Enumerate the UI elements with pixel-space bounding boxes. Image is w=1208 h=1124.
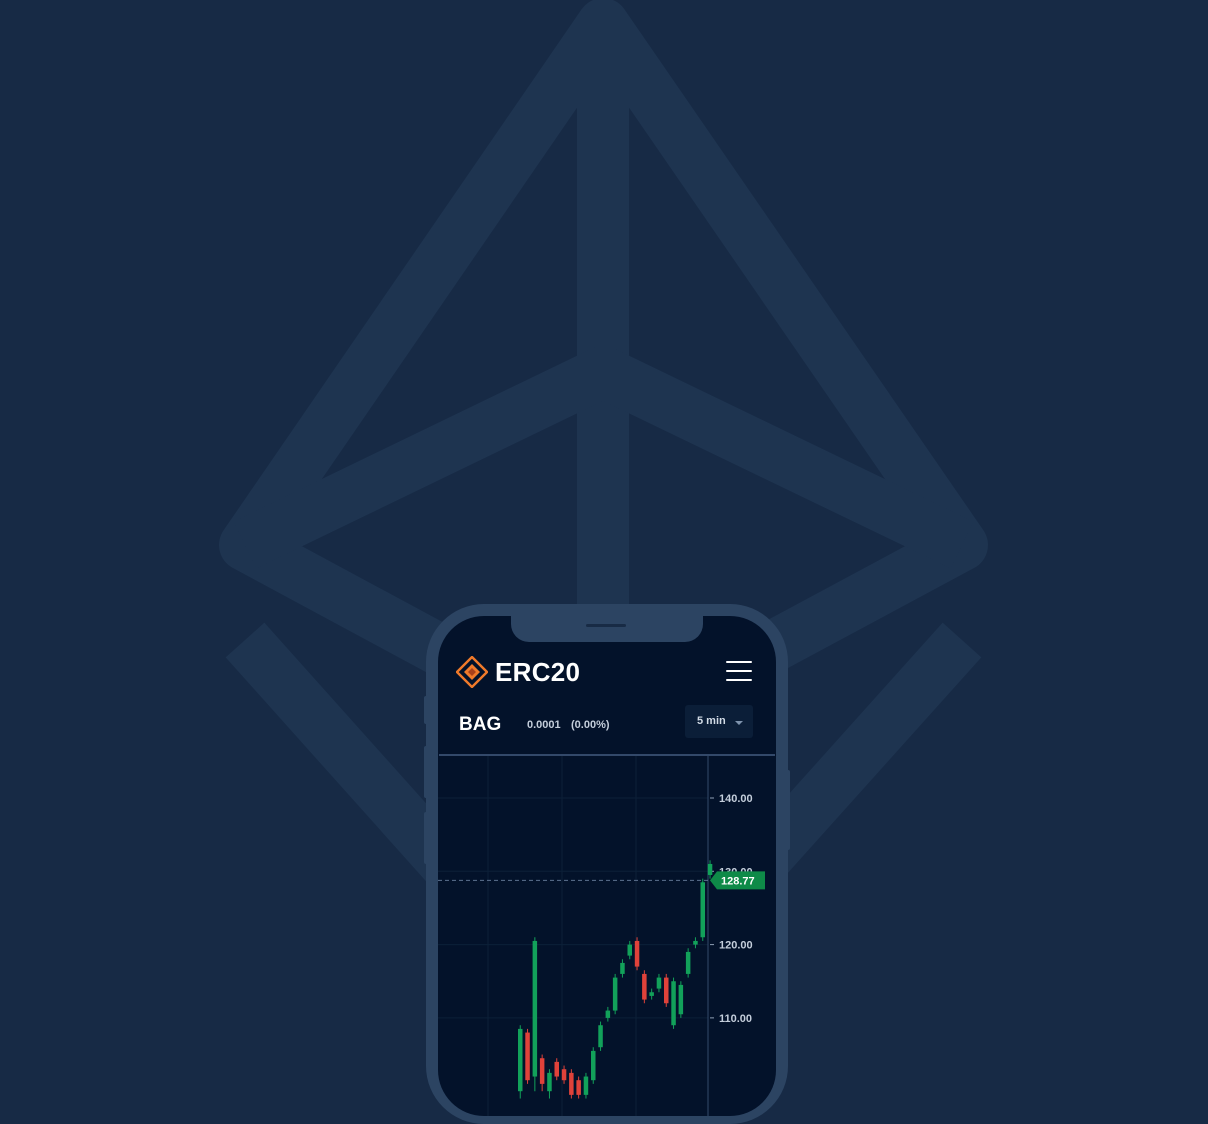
candle-down xyxy=(634,940,640,967)
candle-down xyxy=(561,1069,567,1081)
candle-up xyxy=(612,977,618,1011)
candle-down xyxy=(554,1061,559,1077)
candle-down xyxy=(569,1072,574,1095)
candle-down xyxy=(576,1080,581,1095)
candle-up xyxy=(547,1072,552,1092)
brand-logo-icon xyxy=(456,656,488,688)
candle-up xyxy=(700,882,705,938)
candle-down xyxy=(664,977,669,1004)
phone-side-button-left-1 xyxy=(424,696,429,724)
y-axis-tick-label: 110.00 xyxy=(719,1013,752,1025)
candle-up xyxy=(693,940,698,945)
brand-name: ERC20 xyxy=(495,657,581,687)
menu-icon-bar-top xyxy=(726,661,752,663)
phone-side-button-right xyxy=(785,770,790,850)
candle-down xyxy=(525,1032,530,1081)
app-header: ERC20 xyxy=(438,652,776,692)
phone-side-button-left-2 xyxy=(424,746,429,798)
menu-icon-bar-bottom xyxy=(726,679,752,681)
menu-button[interactable] xyxy=(724,658,754,684)
candle-up xyxy=(707,863,713,875)
candle-up xyxy=(532,940,538,1077)
interval-dropdown[interactable]: 5 min xyxy=(685,705,753,738)
caret-down-icon xyxy=(735,721,743,725)
candlestick-chart[interactable]: 140.00130.00120.00110.00128.77 xyxy=(438,756,776,1116)
ticker-symbol: BAG xyxy=(459,714,502,735)
y-axis-tick-label: 120.00 xyxy=(719,940,753,952)
phone-side-button-left-3 xyxy=(424,812,429,864)
candle-down xyxy=(642,973,647,1000)
ticker-row: BAG 0.0001 (0.00%) 5 min xyxy=(438,704,776,746)
interval-label: 5 min xyxy=(697,715,726,727)
candle-up xyxy=(605,1010,611,1018)
candle-down xyxy=(539,1058,545,1084)
candle-up xyxy=(518,1028,523,1092)
phone-frame: ERC20 BAG 0.0001 (0.00%) 5 min 140.00130… xyxy=(426,604,788,1124)
phone-notch xyxy=(511,616,703,642)
phone-screen: ERC20 BAG 0.0001 (0.00%) 5 min 140.00130… xyxy=(438,616,776,1116)
price-change: 0.0001 xyxy=(527,719,561,731)
candle-up xyxy=(656,977,662,989)
candle-up xyxy=(671,981,676,1026)
price-change-percent: (0.00%) xyxy=(571,719,610,731)
candle-up xyxy=(678,984,684,1015)
candle-up xyxy=(620,962,625,974)
y-axis-tick-label: 140.00 xyxy=(719,793,753,805)
candle-up xyxy=(583,1076,589,1095)
current-price-label: 128.77 xyxy=(721,875,755,887)
speaker-grille xyxy=(586,624,626,627)
candle-up xyxy=(685,951,691,974)
menu-icon-bar-middle xyxy=(726,670,752,672)
candle-up xyxy=(649,992,654,996)
candle-up xyxy=(591,1050,596,1081)
candle-up xyxy=(598,1025,603,1048)
candle-up xyxy=(627,944,632,956)
